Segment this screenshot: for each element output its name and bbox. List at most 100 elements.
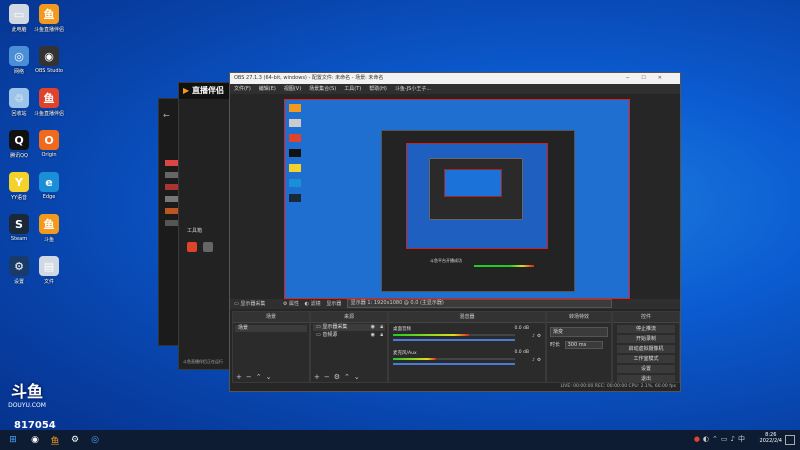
filters-button[interactable]: ◐ 滤镜: [305, 301, 321, 307]
nested-obs-level-3: [429, 158, 523, 220]
display-select[interactable]: 显示器 1: 1920x1080 @ 0,0 (主显示器): [346, 299, 612, 308]
notification-icon[interactable]: [785, 435, 795, 445]
network-icon[interactable]: ▭: [721, 435, 731, 443]
douyu-watermark: 斗鱼 DOUYU.COM: [2, 378, 52, 409]
move-up-icon[interactable]: ⌃: [256, 373, 266, 381]
desktop-icon[interactable]: e Edge: [32, 172, 66, 200]
clock[interactable]: 8:26 2022/2/4: [760, 432, 782, 444]
remove-scene-icon[interactable]: −: [246, 373, 256, 381]
douyu-companion-window[interactable]: ▶ 直播伴侣 工具箱 斗鱼直播伴侣正在运行: [178, 82, 236, 370]
record-tray-icon[interactable]: ◐: [703, 435, 712, 443]
desktop-icon[interactable]: ▤ 文件: [32, 256, 66, 285]
obs-statusbar: LIVE: 00:00:00 REC: 00:00:00 CPU: 2.1%, …: [230, 383, 680, 391]
source-up-icon[interactable]: ⌃: [344, 373, 354, 381]
desktop-icon[interactable]: 鱼斗鱼: [32, 214, 66, 243]
transitions-dock: 转场特效 渐变 时长 300 ms: [546, 311, 612, 383]
visibility-icon[interactable]: ◉: [371, 332, 375, 339]
settings-taskbar-icon[interactable]: ⚙: [68, 433, 82, 447]
menu-item[interactable]: 工具(T): [344, 86, 361, 92]
source-settings-icon[interactable]: ⚙: [334, 373, 344, 381]
desktop-icon[interactable]: S Steam: [2, 214, 36, 242]
desktop-icon-label: 文件: [43, 279, 54, 285]
obs-preview[interactable]: 斗鱼平台开播成功: [284, 99, 630, 299]
control-button[interactable]: 设置: [617, 365, 675, 373]
scenes-header: 场景: [233, 312, 309, 323]
close-icon[interactable]: ✕: [658, 75, 674, 81]
windows-start-icon[interactable]: ⊞: [6, 433, 20, 447]
control-button[interactable]: 退出: [617, 375, 675, 383]
desktop-icon-label: 斗鱼: [43, 237, 54, 243]
control-button[interactable]: 工作室模式: [617, 355, 675, 363]
desktop-icon[interactable]: 鱼斗鱼直播伴侣: [32, 4, 66, 33]
volume-slider[interactable]: [393, 339, 515, 341]
language-icon[interactable]: 中: [738, 435, 748, 443]
desktop-app-icon: O: [39, 130, 59, 150]
obs-window[interactable]: OBS 27.1.3 (64-bit, windows) - 配置文件: 未命名…: [229, 72, 681, 392]
douyu-app-title: 直播伴侣: [191, 86, 224, 95]
properties-button[interactable]: ⚙ 属性: [283, 301, 299, 307]
douyu-tray-icon[interactable]: ●: [694, 435, 703, 443]
channel-db: 0.0 dB: [514, 350, 529, 355]
lock-icon[interactable]: 🔒︎: [380, 324, 383, 331]
minimize-icon[interactable]: ─: [626, 75, 641, 81]
desktop-icon[interactable]: 鱼斗鱼直播伴侣: [32, 88, 66, 117]
desktop-icon[interactable]: ◎ 网络: [2, 46, 36, 75]
volume-slider[interactable]: [393, 363, 515, 365]
remove-source-icon[interactable]: −: [324, 373, 334, 381]
menu-item[interactable]: 视图(V): [284, 86, 301, 92]
source-row[interactable]: ▭ 显示器采集 ◉ 🔒︎: [313, 324, 385, 331]
control-button[interactable]: 启动虚拟摄像机: [617, 345, 675, 353]
menu-item[interactable]: 场景集合(S): [309, 86, 336, 92]
source-down-icon[interactable]: ⌄: [354, 373, 364, 381]
menu-item[interactable]: 编辑(E): [259, 86, 276, 92]
volume-icon[interactable]: ♪: [731, 435, 738, 443]
source-row[interactable]: ▭ 音频源 ◉ 🔒︎: [313, 332, 385, 339]
duration-input[interactable]: 300 ms: [564, 341, 603, 349]
desktop-icon[interactable]: ◉ OBS Studio: [32, 46, 66, 74]
duration-label: 时长: [550, 342, 561, 348]
desktop-icon[interactable]: Q 腾讯QQ: [2, 130, 36, 159]
tools-label: 工具箱: [187, 228, 203, 234]
camera-tool-icon[interactable]: [203, 242, 213, 252]
mute-icon[interactable]: ♪: [532, 358, 535, 363]
desktop-icon-label: OBS Studio: [35, 68, 63, 74]
transition-select[interactable]: 渐变: [550, 327, 608, 337]
douyu-taskbar-icon[interactable]: 鱼: [48, 433, 62, 447]
menu-item[interactable]: 文件(F): [234, 86, 251, 92]
desktop-icon[interactable]: O Origin: [32, 130, 66, 158]
obs-titlebar[interactable]: OBS 27.1.3 (64-bit, windows) - 配置文件: 未命名…: [230, 73, 680, 84]
mixer-channel: 麦克风/Aux 0.0 dB ♪ ⚙: [393, 350, 541, 368]
desktop-app-icon: ▤: [39, 256, 59, 276]
control-button[interactable]: 停止推流: [617, 325, 675, 333]
maximize-icon[interactable]: ☐: [641, 75, 657, 81]
mute-icon[interactable]: ♪: [532, 334, 535, 339]
obs-taskbar-icon[interactable]: ◉: [28, 433, 42, 447]
scene-item[interactable]: 场景: [235, 325, 307, 332]
control-button[interactable]: 开始录制: [617, 335, 675, 343]
channel-name: 麦克风/Aux: [393, 351, 417, 356]
duration-row: 时长 300 ms: [550, 341, 608, 349]
stream-tool-icon[interactable]: [187, 242, 197, 252]
watermark-brand: 斗鱼: [10, 382, 43, 401]
transitions-header: 转场特效: [547, 312, 611, 323]
channel-settings-icon[interactable]: ⚙: [537, 358, 541, 363]
desktop-app-icon: Q: [9, 130, 29, 150]
desktop-icon[interactable]: Y YY语音: [2, 172, 36, 201]
source-label: 显示器采集: [322, 324, 348, 330]
douyu-warning: 斗鱼直播伴侣正在运行: [183, 359, 223, 364]
lock-icon[interactable]: 🔒︎: [380, 332, 383, 339]
chevron-up-icon[interactable]: ⌃: [712, 435, 721, 443]
desktop-icon[interactable]: ⚙ 设置: [2, 256, 36, 285]
douyu-logo: ▶ 直播伴侣: [179, 83, 235, 99]
move-down-icon[interactable]: ⌄: [266, 373, 276, 381]
desktop-icon[interactable]: ♲ 回收站: [2, 88, 36, 117]
menu-item[interactable]: 帮助(H): [369, 86, 387, 92]
app-taskbar-icon[interactable]: ◎: [88, 433, 102, 447]
sources-footer: +−⚙⌃⌄: [314, 373, 364, 381]
desktop-icon[interactable]: ▭ 此电脑: [2, 4, 36, 33]
channel-settings-icon[interactable]: ⚙: [537, 334, 541, 339]
add-source-icon[interactable]: +: [314, 373, 324, 381]
add-scene-icon[interactable]: +: [236, 373, 246, 381]
visibility-icon[interactable]: ◉: [371, 324, 375, 331]
menu-item[interactable]: 斗鱼-JS小王子...: [395, 86, 431, 92]
